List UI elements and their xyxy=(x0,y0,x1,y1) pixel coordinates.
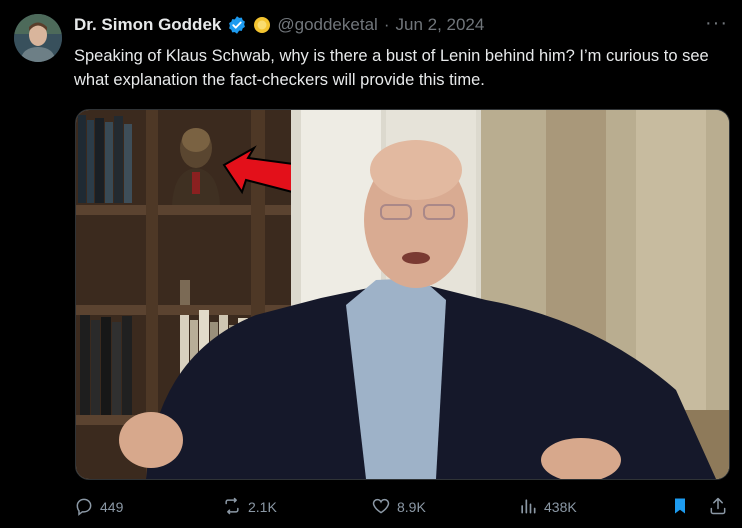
repost-button[interactable]: 2.1K xyxy=(222,496,277,519)
action-bar: 449 2.1K 8.9K 438K xyxy=(74,494,730,520)
tweet-text: Speaking of Klaus Schwab, why is there a… xyxy=(74,47,709,89)
views-chart-icon xyxy=(518,496,538,519)
reply-button[interactable]: 449 xyxy=(74,496,123,519)
share-icon xyxy=(708,496,728,519)
views-count: 438K xyxy=(544,499,577,515)
header-separator: · xyxy=(383,15,390,34)
tweet-video[interactable] xyxy=(75,109,730,480)
reply-icon xyxy=(74,496,94,519)
bookmark-icon xyxy=(670,496,690,519)
views-button[interactable]: 438K xyxy=(518,496,577,519)
heart-icon xyxy=(371,496,391,519)
gold-badge-icon xyxy=(253,16,271,34)
reply-count: 449 xyxy=(100,499,124,515)
tweet-date[interactable]: Jun 2, 2024 xyxy=(395,15,484,35)
repost-count: 2.1K xyxy=(248,499,277,515)
bookmark-button[interactable] xyxy=(670,496,690,519)
like-button[interactable]: 8.9K xyxy=(371,496,426,519)
author-handle[interactable]: @goddeketal xyxy=(277,15,377,35)
more-dots-icon[interactable]: ··· xyxy=(705,12,728,35)
tweet-card[interactable]: Dr. Simon Goddek @goddeketal · Jun 2, 20… xyxy=(0,0,742,528)
author-name[interactable]: Dr. Simon Goddek xyxy=(74,15,221,35)
tweet-header: Dr. Simon Goddek @goddeketal · Jun 2, 20… xyxy=(74,14,484,36)
verified-badge-icon xyxy=(227,15,247,35)
repost-icon xyxy=(222,496,242,519)
share-button[interactable] xyxy=(708,496,728,519)
like-count: 8.9K xyxy=(397,499,426,515)
avatar[interactable] xyxy=(14,14,62,62)
